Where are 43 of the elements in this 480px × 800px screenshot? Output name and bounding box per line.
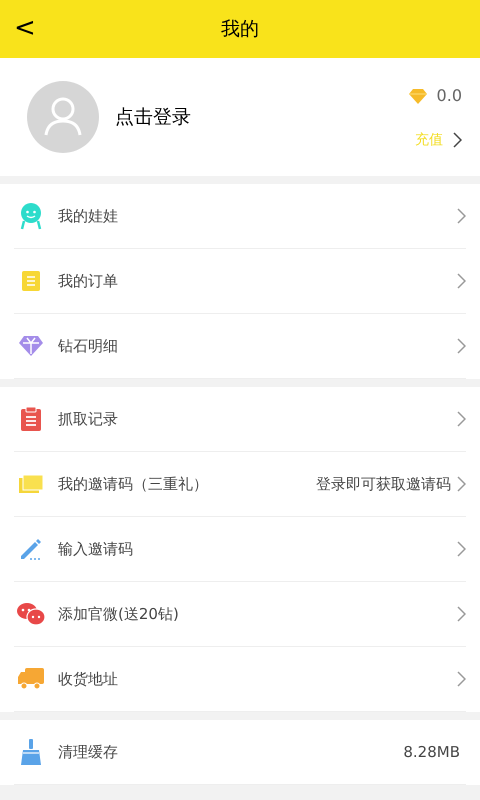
- clipboard-icon: [21, 407, 41, 431]
- page-title: 我的: [221, 16, 259, 42]
- pencil-icon: [19, 537, 43, 561]
- ticket-icon: [19, 475, 43, 493]
- broom-icon: [20, 739, 42, 765]
- row-label: 输入邀请码: [58, 538, 133, 560]
- chevron-icon: [457, 541, 466, 557]
- menu-row[interactable]: 抓取记录: [14, 387, 466, 452]
- row-label: 添加官微(送20钻): [58, 604, 179, 625]
- chevron-icon: [457, 411, 466, 427]
- row-label: 我的娃娃: [58, 206, 118, 227]
- row-label: 我的订单: [58, 270, 118, 292]
- row-label: 收货地址: [58, 668, 118, 690]
- robot-face-icon: [19, 202, 43, 230]
- menu-row[interactable]: 收货地址: [14, 647, 466, 712]
- chevron-icon: [457, 476, 466, 492]
- menu-row[interactable]: 我的娃娃: [14, 184, 466, 249]
- menu-row[interactable]: 我的订单: [14, 249, 466, 314]
- chevron-icon: [457, 273, 466, 289]
- list-icon: [22, 271, 40, 291]
- row-label: 钻石明细: [58, 336, 118, 357]
- login-link[interactable]: 点击登录: [115, 102, 191, 132]
- truck-icon: [18, 668, 44, 690]
- row-value: 8.28MB: [403, 742, 460, 763]
- row-value: 登录即可获取邀请码: [316, 474, 451, 495]
- chevron-icon: [457, 338, 466, 354]
- menu-row[interactable]: 输入邀请码: [14, 517, 466, 582]
- chat-bubbles-icon: [17, 602, 45, 626]
- diamond-icon: [408, 88, 427, 104]
- menu-row[interactable]: 我的邀请码（三重礼） 登录即可获取邀请码: [14, 452, 466, 517]
- row-label: 抓取记录: [58, 408, 118, 430]
- menu-row[interactable]: 添加官微(送20钻): [14, 582, 466, 647]
- row-label: 我的邀请码（三重礼）: [58, 474, 208, 495]
- chevron-icon: [457, 208, 466, 224]
- back-button[interactable]: <: [14, 14, 36, 42]
- chevron-icon: [457, 671, 466, 687]
- diamond-balance: 0.0: [436, 84, 462, 106]
- chevron-icon: [457, 606, 466, 622]
- chevron-icon: [453, 132, 462, 148]
- menu-row[interactable]: 钻石明细: [14, 314, 466, 379]
- avatar-icon[interactable]: [27, 81, 99, 153]
- diamond-icon: [19, 335, 43, 357]
- row-label: 清理缓存: [58, 742, 118, 763]
